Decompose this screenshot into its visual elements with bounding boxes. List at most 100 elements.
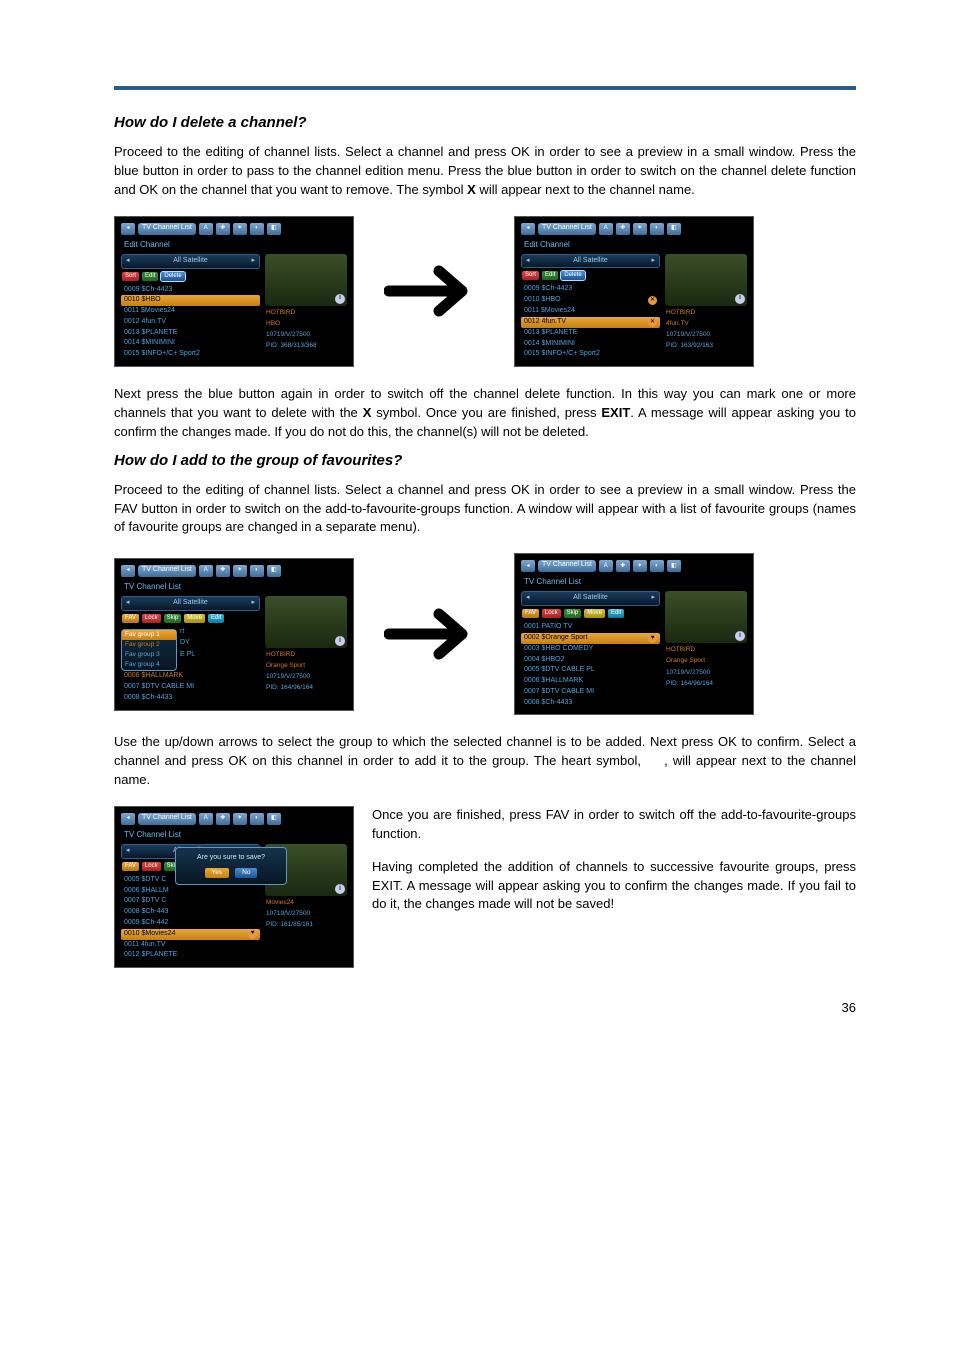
- preview: i: [265, 254, 347, 306]
- popup-item: Fav group 1: [122, 630, 176, 640]
- list-item: 0012 4fun.TV: [121, 317, 260, 328]
- list-item: 0014 $MINIMINI: [121, 338, 260, 349]
- yes-button: Yes: [205, 868, 230, 878]
- back-icon: ◂: [121, 813, 135, 825]
- list-item: 0010 $HBO ✕: [521, 295, 660, 306]
- list-item: 0002 $Orange Sport♥: [521, 633, 660, 644]
- fav-btn: FAV: [122, 614, 139, 623]
- meta: HOTBIRD: [665, 646, 747, 654]
- list-item: 0007 $DTV CABLE MI: [121, 682, 260, 693]
- meta: PID: 161/85/161: [265, 921, 347, 929]
- list-item: 0012 $PLANETE: [121, 950, 260, 961]
- text: 0010 $HBO: [524, 296, 561, 305]
- x-symbol: X: [467, 182, 476, 197]
- list-item: 0003 $HBO COMEDY: [521, 644, 660, 655]
- icon: ◐: [250, 565, 264, 577]
- icon: ✚: [616, 223, 630, 235]
- list-item: 0008 $Ch-4433: [521, 698, 660, 709]
- icon: ◧: [267, 565, 281, 577]
- sort-btn: Sort: [522, 271, 539, 280]
- para-fav-4: Having completed the addition of channel…: [372, 858, 856, 915]
- delete-btn: Delete: [161, 272, 184, 281]
- ss-subtitle: TV Channel List: [121, 582, 347, 592]
- list-item: 0010 $Movies24♥: [121, 929, 260, 940]
- text: 0002 $Orange Sport: [524, 634, 587, 643]
- meta: HOTBIRD: [665, 309, 747, 317]
- icon: A: [599, 223, 613, 235]
- arrow-icon: [374, 261, 494, 321]
- icon: ◐: [250, 223, 264, 235]
- list-item: 0004 $HBO2: [521, 655, 660, 666]
- list-item: 0011 $Movies24: [521, 306, 660, 317]
- list-item: 0011 $Movies24: [121, 306, 260, 317]
- ss-header: ◂ TV Channel List A ✚ ✶ ◐ ◧: [121, 813, 347, 825]
- meta: Orange Sport: [665, 657, 747, 665]
- text: All Satellite: [173, 257, 208, 266]
- right-text: Once you are finished, press FAV in orde…: [372, 806, 856, 928]
- lock-btn: Lock: [142, 862, 161, 871]
- list-item: 0008 $Ch-4433: [121, 693, 260, 704]
- list-item: 0008 $Ch-443: [121, 907, 260, 918]
- arrow-icon: [374, 604, 494, 664]
- text: symbol. Once you are finished, press: [371, 405, 601, 420]
- ss-header: ◂ TV Channel List A ✚ ✶ ◐ ◧: [121, 223, 347, 235]
- meta: 10719/V/27500: [265, 910, 347, 918]
- list-item: 0005 $DTV CABLE PL: [521, 665, 660, 676]
- edit-btn: Edit: [542, 271, 558, 280]
- confirm-dialog: Are you sure to save? Yes No: [175, 847, 287, 885]
- fav-group-popup: Fav group 1 Fav group 2 Fav group 3 Fav …: [121, 629, 177, 672]
- text: rt: [177, 627, 198, 638]
- ss-subtitle: TV Channel List: [521, 577, 747, 587]
- sort-btn: Sort: [122, 272, 139, 281]
- list-item: 0009 $Ch-4423: [121, 285, 260, 296]
- back-icon: ◂: [521, 560, 535, 572]
- edit-btn: Edit: [208, 614, 224, 623]
- text: All Satellite: [573, 257, 608, 266]
- meta: 10719/V/27500: [665, 669, 747, 677]
- list-item: 0013 $PLANETE: [121, 328, 260, 339]
- dialog-btns: Yes No: [205, 868, 258, 878]
- icon: ◐: [250, 813, 264, 825]
- ss-subtitle: Edit Channel: [121, 240, 347, 250]
- text: All Satellite: [573, 594, 608, 603]
- list-item: 0001 PATIO TV: [521, 622, 660, 633]
- delete-mark-icon: ✕: [648, 296, 657, 305]
- list-item: 0006 $HALLMARK: [521, 676, 660, 687]
- screenshot-edit-channel-before: ◂ TV Channel List A ✚ ✶ ◐ ◧ Edit Channel…: [114, 216, 354, 367]
- back-icon: ◂: [521, 223, 535, 235]
- info-icon: i: [335, 884, 345, 894]
- satellite-selector: ◂All Satellite▸: [521, 254, 660, 269]
- list-item: 0013 $PLANETE: [521, 328, 660, 339]
- list-item: 0011 4fun.TV: [121, 940, 260, 951]
- page-number: 36: [114, 1000, 856, 1015]
- list-item: 0014 $MINIMINI: [521, 339, 660, 350]
- text: DY: [177, 638, 198, 649]
- fav-btn: FAV: [522, 609, 539, 618]
- figure-row-confirm: ◂ TV Channel List A ✚ ✶ ◐ ◧ TV Channel L…: [114, 806, 856, 968]
- lock-btn: Lock: [542, 609, 561, 618]
- meta: HOTBIRD: [265, 309, 347, 317]
- icon: A: [599, 560, 613, 572]
- popup-item: Fav group 2: [122, 640, 176, 650]
- icon: ◧: [267, 223, 281, 235]
- figure-row-fav: ◂ TV Channel List A ✚ ✶ ◐ ◧ TV Channel L…: [114, 553, 856, 715]
- icon: ✶: [233, 813, 247, 825]
- info-icon: i: [735, 631, 745, 641]
- popup-item: Fav group 3: [122, 650, 176, 660]
- meta: HBO: [265, 320, 347, 328]
- meta: 10719/V/27500: [265, 673, 347, 681]
- top-rule: [114, 86, 856, 90]
- no-button: No: [235, 868, 257, 878]
- skip-btn: Skip: [564, 609, 582, 618]
- list-item: 0015 $INFO+/C+ Sport2: [521, 349, 660, 360]
- action-buttons: FAV Lock Skip Move Edit: [121, 614, 260, 623]
- text: All Satellite: [173, 599, 208, 608]
- icon: ✶: [633, 223, 647, 235]
- preview: i: [265, 596, 347, 648]
- para-fav-2: Use the up/down arrows to select the gro…: [114, 733, 856, 790]
- figure-row-delete: ◂ TV Channel List A ✚ ✶ ◐ ◧ Edit Channel…: [114, 216, 856, 368]
- dialog-text: Are you sure to save?: [197, 854, 265, 863]
- action-buttons: Sort Edit Delete: [521, 271, 660, 280]
- list-item: 0006 $HALLM: [121, 886, 260, 897]
- meta: Movies24: [265, 899, 347, 907]
